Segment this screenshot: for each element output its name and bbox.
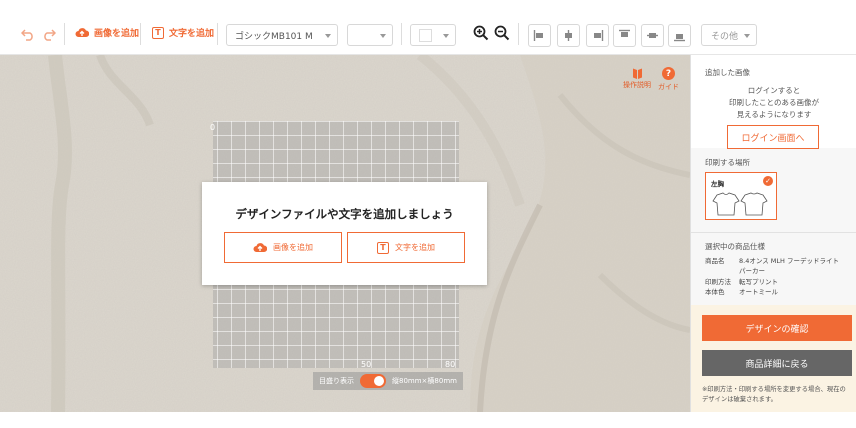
grid-toggle-switch[interactable] <box>360 374 386 388</box>
back-to-product-button[interactable]: 商品詳細に戻る <box>702 350 852 376</box>
operation-guide-link[interactable]: 操作説明 <box>623 67 651 90</box>
divider <box>217 23 218 45</box>
align-top-icon <box>619 29 630 37</box>
dialog-title: デザインファイルや文字を追加しましょう <box>235 207 454 221</box>
login-message-line: ログインすると <box>747 86 801 95</box>
color-swatch <box>419 28 432 42</box>
spec-row: 本体色 オートミール <box>705 287 845 297</box>
book-icon <box>632 68 642 79</box>
divider <box>64 23 65 45</box>
align-bottom-icon <box>674 34 685 42</box>
chevron-down-icon <box>443 34 449 38</box>
add-image-button[interactable]: 画像を追加 <box>75 26 139 39</box>
check-icon: ✓ <box>763 176 773 186</box>
zoom-out-icon[interactable] <box>494 25 510 45</box>
dialog-add-text-label: 文字を追加 <box>395 243 435 252</box>
login-message-line: 印刷したことのある画像が <box>729 98 819 107</box>
spec-key: 印刷方法 <box>705 278 731 286</box>
redo-icon[interactable] <box>41 27 57 43</box>
change-warning-note: ※印刷方法・印刷する場所を変更する場合、現在のデザインは破棄されます。 <box>702 386 846 403</box>
spec-key: 商品名 <box>705 257 725 265</box>
divider <box>401 23 402 45</box>
font-select-value: ゴシックMB101 M <box>235 31 313 42</box>
ruler-label-top: 0 <box>210 123 216 132</box>
upload-cloud-icon <box>253 243 267 252</box>
other-menu-label: その他 <box>711 31 739 42</box>
font-size-select[interactable] <box>347 24 393 46</box>
align-center-icon <box>565 30 572 41</box>
add-design-dialog: デザインファイルや文字を追加しましょう 画像を追加 T 文字を追加 <box>202 182 487 285</box>
guide-link[interactable]: ? ガイド <box>658 67 679 92</box>
align-left-button[interactable] <box>528 24 551 47</box>
chevron-down-icon <box>380 34 386 38</box>
other-menu-button[interactable]: その他 <box>701 24 757 46</box>
zoom-in-icon[interactable] <box>473 25 489 45</box>
align-center-button[interactable] <box>557 24 580 47</box>
design-editor: 画像を追加 T 文字を追加 ゴシックMB101 M その他 操作説明 ? ガイド… <box>0 0 856 428</box>
added-images-title: 追加した画像 <box>705 68 750 77</box>
dialog-add-text-button[interactable]: T 文字を追加 <box>347 232 465 263</box>
print-place-title: 印刷する場所 <box>705 158 750 167</box>
tshirt-front-back-icon <box>712 192 768 216</box>
print-place-label: 左胸 <box>711 180 724 188</box>
align-middle-icon <box>647 33 658 38</box>
upload-cloud-icon <box>75 28 89 37</box>
design-confirm-button[interactable]: デザインの確認 <box>702 315 852 341</box>
add-text-label: 文字を追加 <box>169 29 215 39</box>
color-select[interactable] <box>410 24 456 46</box>
align-left-icon <box>533 30 543 41</box>
spec-row: 商品名 8.4オンス MLH フーデッドライトパーカー <box>705 256 845 276</box>
login-button[interactable]: ログイン画面へ <box>727 125 819 149</box>
chevron-down-icon <box>325 34 331 38</box>
spec-key: 本体色 <box>705 288 725 296</box>
divider <box>140 23 141 45</box>
align-right-button[interactable] <box>586 24 609 47</box>
divider <box>691 232 856 233</box>
align-right-icon <box>594 30 604 41</box>
grid-toggle-row: 目盛り表示 縦80mm×横80mm <box>313 372 463 390</box>
add-text-button[interactable]: T 文字を追加 <box>152 26 214 39</box>
dialog-add-image-button[interactable]: 画像を追加 <box>224 232 342 263</box>
align-middle-button[interactable] <box>641 24 664 47</box>
side-panel: 追加した画像 ログインすると 印刷したことのある画像が 見えるようになります ロ… <box>690 55 856 412</box>
text-icon: T <box>377 241 389 254</box>
login-message: ログインすると 印刷したことのある画像が 見えるようになります <box>691 85 856 121</box>
added-images-section: 追加した画像 ログインすると 印刷したことのある画像が 見えるようになります ロ… <box>691 55 856 149</box>
spec-value: 8.4オンス MLH フーデッドライトパーカー <box>739 257 839 275</box>
text-icon: T <box>152 26 164 39</box>
toolbar: 画像を追加 T 文字を追加 ゴシックMB101 M その他 <box>0 0 856 55</box>
chevron-down-icon <box>744 34 750 38</box>
ruler-label-50: 50 <box>361 360 372 369</box>
add-image-label: 画像を追加 <box>94 29 140 39</box>
guide-label: ガイド <box>658 83 679 91</box>
operation-guide-label: 操作説明 <box>623 81 651 89</box>
spec-title: 選択中の商品仕様 <box>705 242 765 251</box>
spec-value: 転写プリント <box>739 278 778 286</box>
dialog-add-image-label: 画像を追加 <box>273 243 313 252</box>
undo-icon[interactable] <box>20 27 36 43</box>
align-bottom-button[interactable] <box>668 24 691 47</box>
grid-toggle-label: 目盛り表示 <box>319 377 354 385</box>
print-place-option-left-chest[interactable]: 左胸 ✓ <box>705 172 777 220</box>
print-size-text: 縦80mm×横80mm <box>392 377 457 385</box>
spec-value: オートミール <box>739 288 778 296</box>
login-message-line: 見えるようになります <box>736 110 812 119</box>
divider <box>518 23 519 45</box>
font-select[interactable]: ゴシックMB101 M <box>226 24 338 46</box>
question-icon: ? <box>662 67 675 80</box>
spec-row: 印刷方法 転写プリント <box>705 277 845 287</box>
ruler-label-80: 80 <box>445 360 456 369</box>
align-top-button[interactable] <box>613 24 636 47</box>
design-canvas[interactable]: 操作説明 ? ガイド 0 50 80 目盛り表示 縦80mm×横80mm デザイ… <box>0 55 690 412</box>
